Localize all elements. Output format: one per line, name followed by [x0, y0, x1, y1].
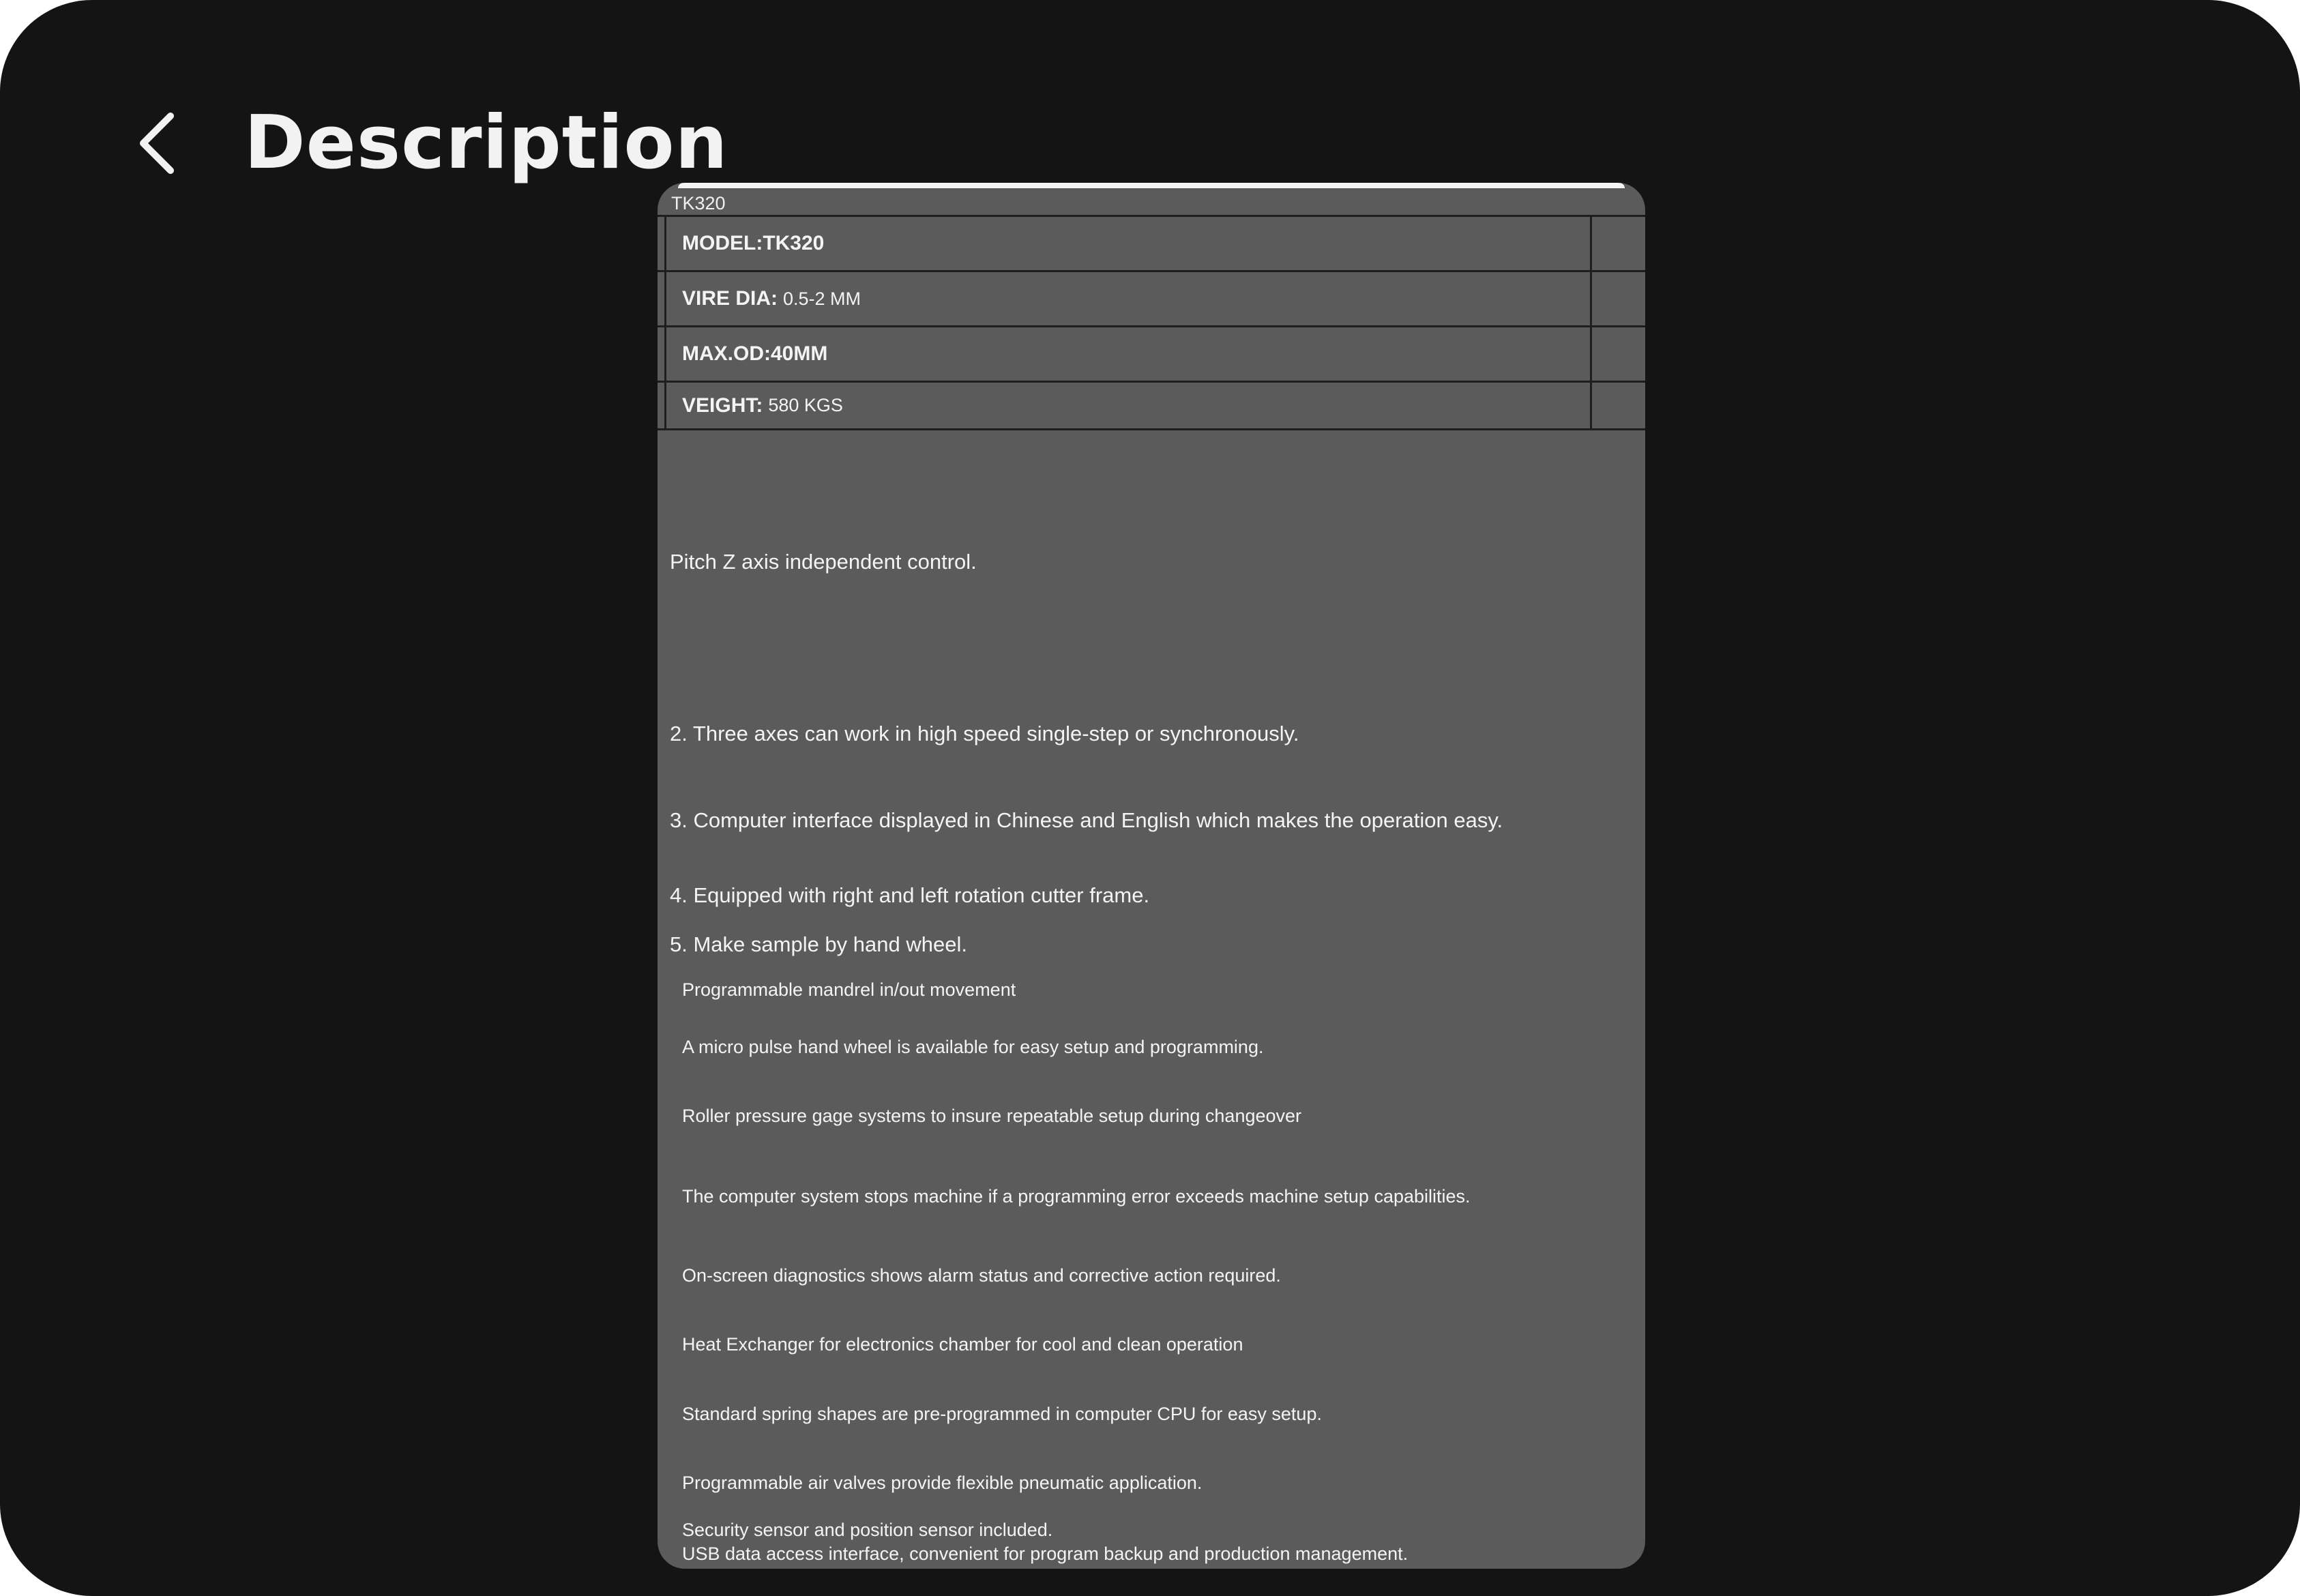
card-top-edge: [678, 183, 1625, 188]
feature-line: Security sensor and position sensor incl…: [682, 1520, 1053, 1540]
description-line: 3. Computer interface displayed in Chine…: [670, 808, 1503, 832]
spec-value: 580 KGS: [768, 395, 843, 415]
feature-line: Heat Exchanger for electronics chamber f…: [682, 1334, 1243, 1355]
description-line: Pitch Z axis independent control.: [670, 550, 977, 574]
spec-label: VEIGHT:: [682, 394, 763, 417]
description-line: 2. Three axes can work in high speed sin…: [670, 722, 1299, 745]
spec-row: VEIGHT: 580 KGS: [658, 383, 1645, 430]
description-line: 4. Equipped with right and left rotation…: [670, 883, 1150, 907]
card-header-label: TK320: [671, 193, 726, 213]
screen: Description TK320 MODEL:TK320 VIRE DIA: …: [0, 0, 2300, 1596]
spec-label: MODEL:TK320: [682, 232, 825, 254]
feature-line: A micro pulse hand wheel is available fo…: [682, 1037, 1264, 1057]
feature-line: The computer system stops machine if a p…: [682, 1186, 1471, 1207]
feature-line: Programmable air valves provide flexible…: [682, 1473, 1203, 1493]
feature-line: USB data access interface, convenient fo…: [682, 1543, 1409, 1564]
spec-row: VIRE DIA: 0.5-2 MM: [658, 272, 1645, 327]
spec-row: MAX.OD:40MM: [658, 327, 1645, 383]
spec-label: MAX.OD:40MM: [682, 342, 828, 365]
spec-value: 0.5-2 MM: [783, 288, 861, 309]
spec-label: VIRE DIA:: [682, 287, 778, 310]
feature-line: On-screen diagnostics shows alarm status…: [682, 1265, 1281, 1286]
feature-line: Programmable mandrel in/out movement: [682, 979, 1016, 1000]
feature-line: Standard spring shapes are pre-programme…: [682, 1404, 1322, 1424]
feature-line: Roller pressure gage systems to insure r…: [682, 1106, 1302, 1126]
description-line: 5. Make sample by hand wheel.: [670, 932, 967, 956]
page-title: Description: [244, 100, 728, 186]
description-image-card: TK320 MODEL:TK320 VIRE DIA: 0.5-2 MM MAX…: [658, 183, 1645, 1569]
spec-table: MODEL:TK320 VIRE DIA: 0.5-2 MM MAX.OD:40…: [658, 215, 1645, 430]
chevron-left-icon: [136, 112, 177, 175]
back-button[interactable]: [116, 102, 198, 184]
spec-row: MODEL:TK320: [658, 217, 1645, 272]
